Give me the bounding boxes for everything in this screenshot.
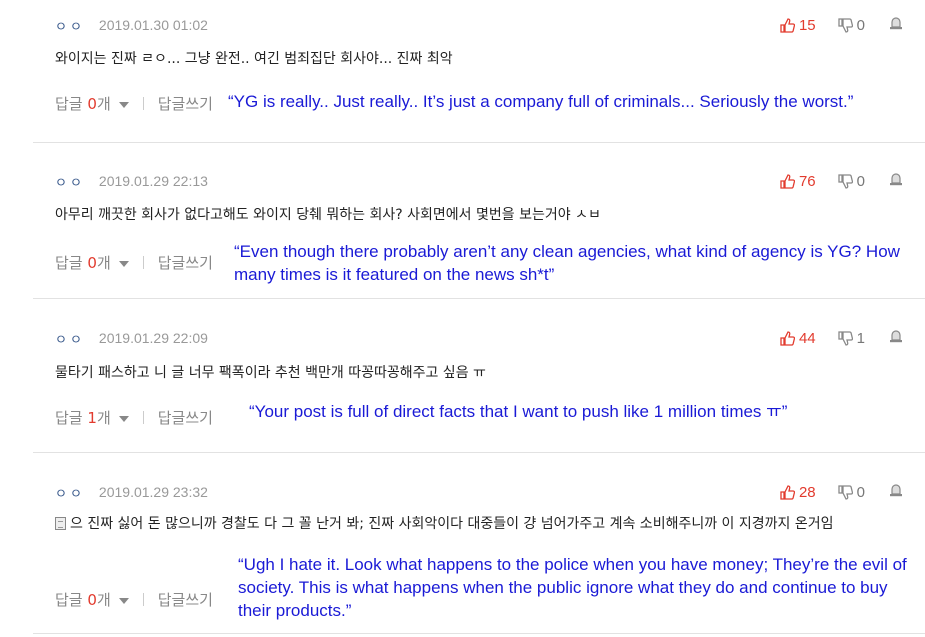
reply-unit: 개 [96,409,111,427]
comment-date: 2019.01.29 22:09 [98,330,208,346]
thumbs-down-icon [838,17,853,33]
memo-icon [55,517,66,530]
reply-label: 답글 [55,95,83,113]
reply-unit: 개 [96,254,111,272]
upvote-count: 28 [798,483,816,501]
divider [33,633,925,634]
downvote-count: 0 [856,483,865,501]
comment-date: 2019.01.29 22:13 [98,173,208,189]
reply-toggle[interactable]: 답글 0개 [55,252,111,273]
comment-text: 아무리 깨끗한 회사가 없다고해도 와이지 당췌 뭐하는 회사? 사회면에서 몇… [55,207,601,223]
comment-author[interactable]: ㅇㅇ [55,16,85,35]
vote-group: 28 0 [758,483,903,501]
chevron-down-icon[interactable] [118,261,129,267]
siren-icon [890,173,902,186]
chevron-down-icon[interactable] [118,416,129,422]
comment-date: 2019.01.30 01:02 [98,17,208,33]
downvote-count: 0 [856,16,865,34]
reply-unit: 개 [96,591,111,609]
downvote-button[interactable]: 1 [838,330,865,347]
reply-unit: 개 [96,95,111,113]
translation-text: “YG is really.. Just really.. It’s just … [228,92,854,111]
downvote-button[interactable]: 0 [838,17,865,34]
comment-author[interactable]: ㅇㅇ [55,172,85,191]
chevron-down-icon[interactable] [118,598,129,604]
translation-text: “Even though there probably aren’t any c… [234,242,900,284]
comment-author[interactable]: ㅇㅇ [55,483,85,502]
upvote-count: 44 [798,329,816,347]
upvote-count: 76 [798,172,816,190]
vote-group: 15 0 [758,16,903,34]
report-button[interactable] [889,483,903,501]
divider [142,97,144,110]
downvote-button[interactable]: 0 [838,484,865,501]
upvote-button[interactable]: 15 [780,17,816,34]
downvote-count: 0 [856,172,865,190]
translation-text: “Ugh I hate it. Look what happens to the… [238,555,907,620]
thumbs-down-icon [838,330,853,346]
siren-icon [890,17,902,30]
comment-item: ㅇㅇ 2019.01.29 22:13 76 0 아무리 깨끗한 회사가 없다고… [0,143,925,298]
divider [142,411,144,424]
comment-item: ㅇㅇ 2019.01.29 22:09 44 1 물타기 패스하고 니 글 너무… [0,299,925,452]
upvote-button[interactable]: 28 [780,484,816,501]
thumbs-down-icon [838,484,853,500]
upvote-count: 15 [798,16,816,34]
siren-icon [890,484,902,497]
comment-text-content: 으 진짜 싫어 돈 많으니까 경찰도 다 그 꼴 난거 봐; 진짜 사회악이다 … [70,516,834,532]
reply-toggle[interactable]: 답글 1개 [55,407,111,428]
vote-group: 76 0 [758,172,903,190]
thumbs-up-icon [780,330,795,346]
reply-controls: 답글 1개 답글쓰기 [55,407,213,428]
comment-author[interactable]: ㅇㅇ [55,329,85,348]
reply-count: 0 [87,95,97,113]
reply-toggle[interactable]: 답글 0개 [55,93,111,114]
upvote-button[interactable]: 76 [780,173,816,190]
report-button[interactable] [889,172,903,190]
reply-count: 1 [87,409,97,427]
report-button[interactable] [889,16,903,34]
comment-text: 와이지는 진짜 ㄹㅇ... 그냥 완전.. 여긴 범죄집단 회사야... 진짜 … [55,51,453,67]
downvote-button[interactable]: 0 [838,173,865,190]
chevron-down-icon[interactable] [118,102,129,108]
write-reply-button[interactable]: 답글쓰기 [158,93,213,114]
comment-item: ㅇㅇ 2019.01.29 23:32 28 0 으 진짜 싫어 돈 많으니까 … [0,453,925,637]
write-reply-button[interactable]: 답글쓰기 [158,407,213,428]
reply-label: 답글 [55,591,83,609]
comment-date: 2019.01.29 23:32 [98,484,208,500]
divider [142,593,144,606]
comment-text: 물타기 패스하고 니 글 너무 팩폭이라 추천 백만개 따꽁따꽁해주고 싶음 ㅠ [55,365,486,381]
translation-text: “Your post is full of direct facts that … [249,402,788,421]
downvote-count: 1 [856,329,865,347]
report-button[interactable] [889,329,903,347]
vote-group: 44 1 [758,329,903,347]
thumbs-up-icon [780,484,795,500]
divider [142,256,144,269]
reply-count: 0 [87,591,97,609]
comment-meta: ㅇㅇ 2019.01.30 01:02 [55,16,208,34]
thumbs-down-icon [838,173,853,189]
comment-text: 으 진짜 싫어 돈 많으니까 경찰도 다 그 꼴 난거 봐; 진짜 사회악이다 … [55,513,895,536]
thumbs-up-icon [780,173,795,189]
siren-icon [890,330,902,343]
reply-controls: 답글 0개 답글쓰기 [55,93,213,114]
reply-controls: 답글 0개 답글쓰기 [55,252,213,273]
reply-count: 0 [87,254,97,272]
reply-label: 답글 [55,409,83,427]
reply-controls: 답글 0개 답글쓰기 [55,589,213,610]
comment-meta: ㅇㅇ 2019.01.29 22:09 [55,329,208,347]
write-reply-button[interactable]: 답글쓰기 [158,589,213,610]
comment-meta: ㅇㅇ 2019.01.29 23:32 [55,483,208,501]
reply-label: 답글 [55,254,83,272]
comment-item: ㅇㅇ 2019.01.30 01:02 15 0 와이지는 진짜 ㄹㅇ... 그… [0,0,925,142]
write-reply-button[interactable]: 답글쓰기 [158,252,213,273]
upvote-button[interactable]: 44 [780,330,816,347]
thumbs-up-icon [780,17,795,33]
reply-toggle[interactable]: 답글 0개 [55,589,111,610]
comment-meta: ㅇㅇ 2019.01.29 22:13 [55,172,208,190]
